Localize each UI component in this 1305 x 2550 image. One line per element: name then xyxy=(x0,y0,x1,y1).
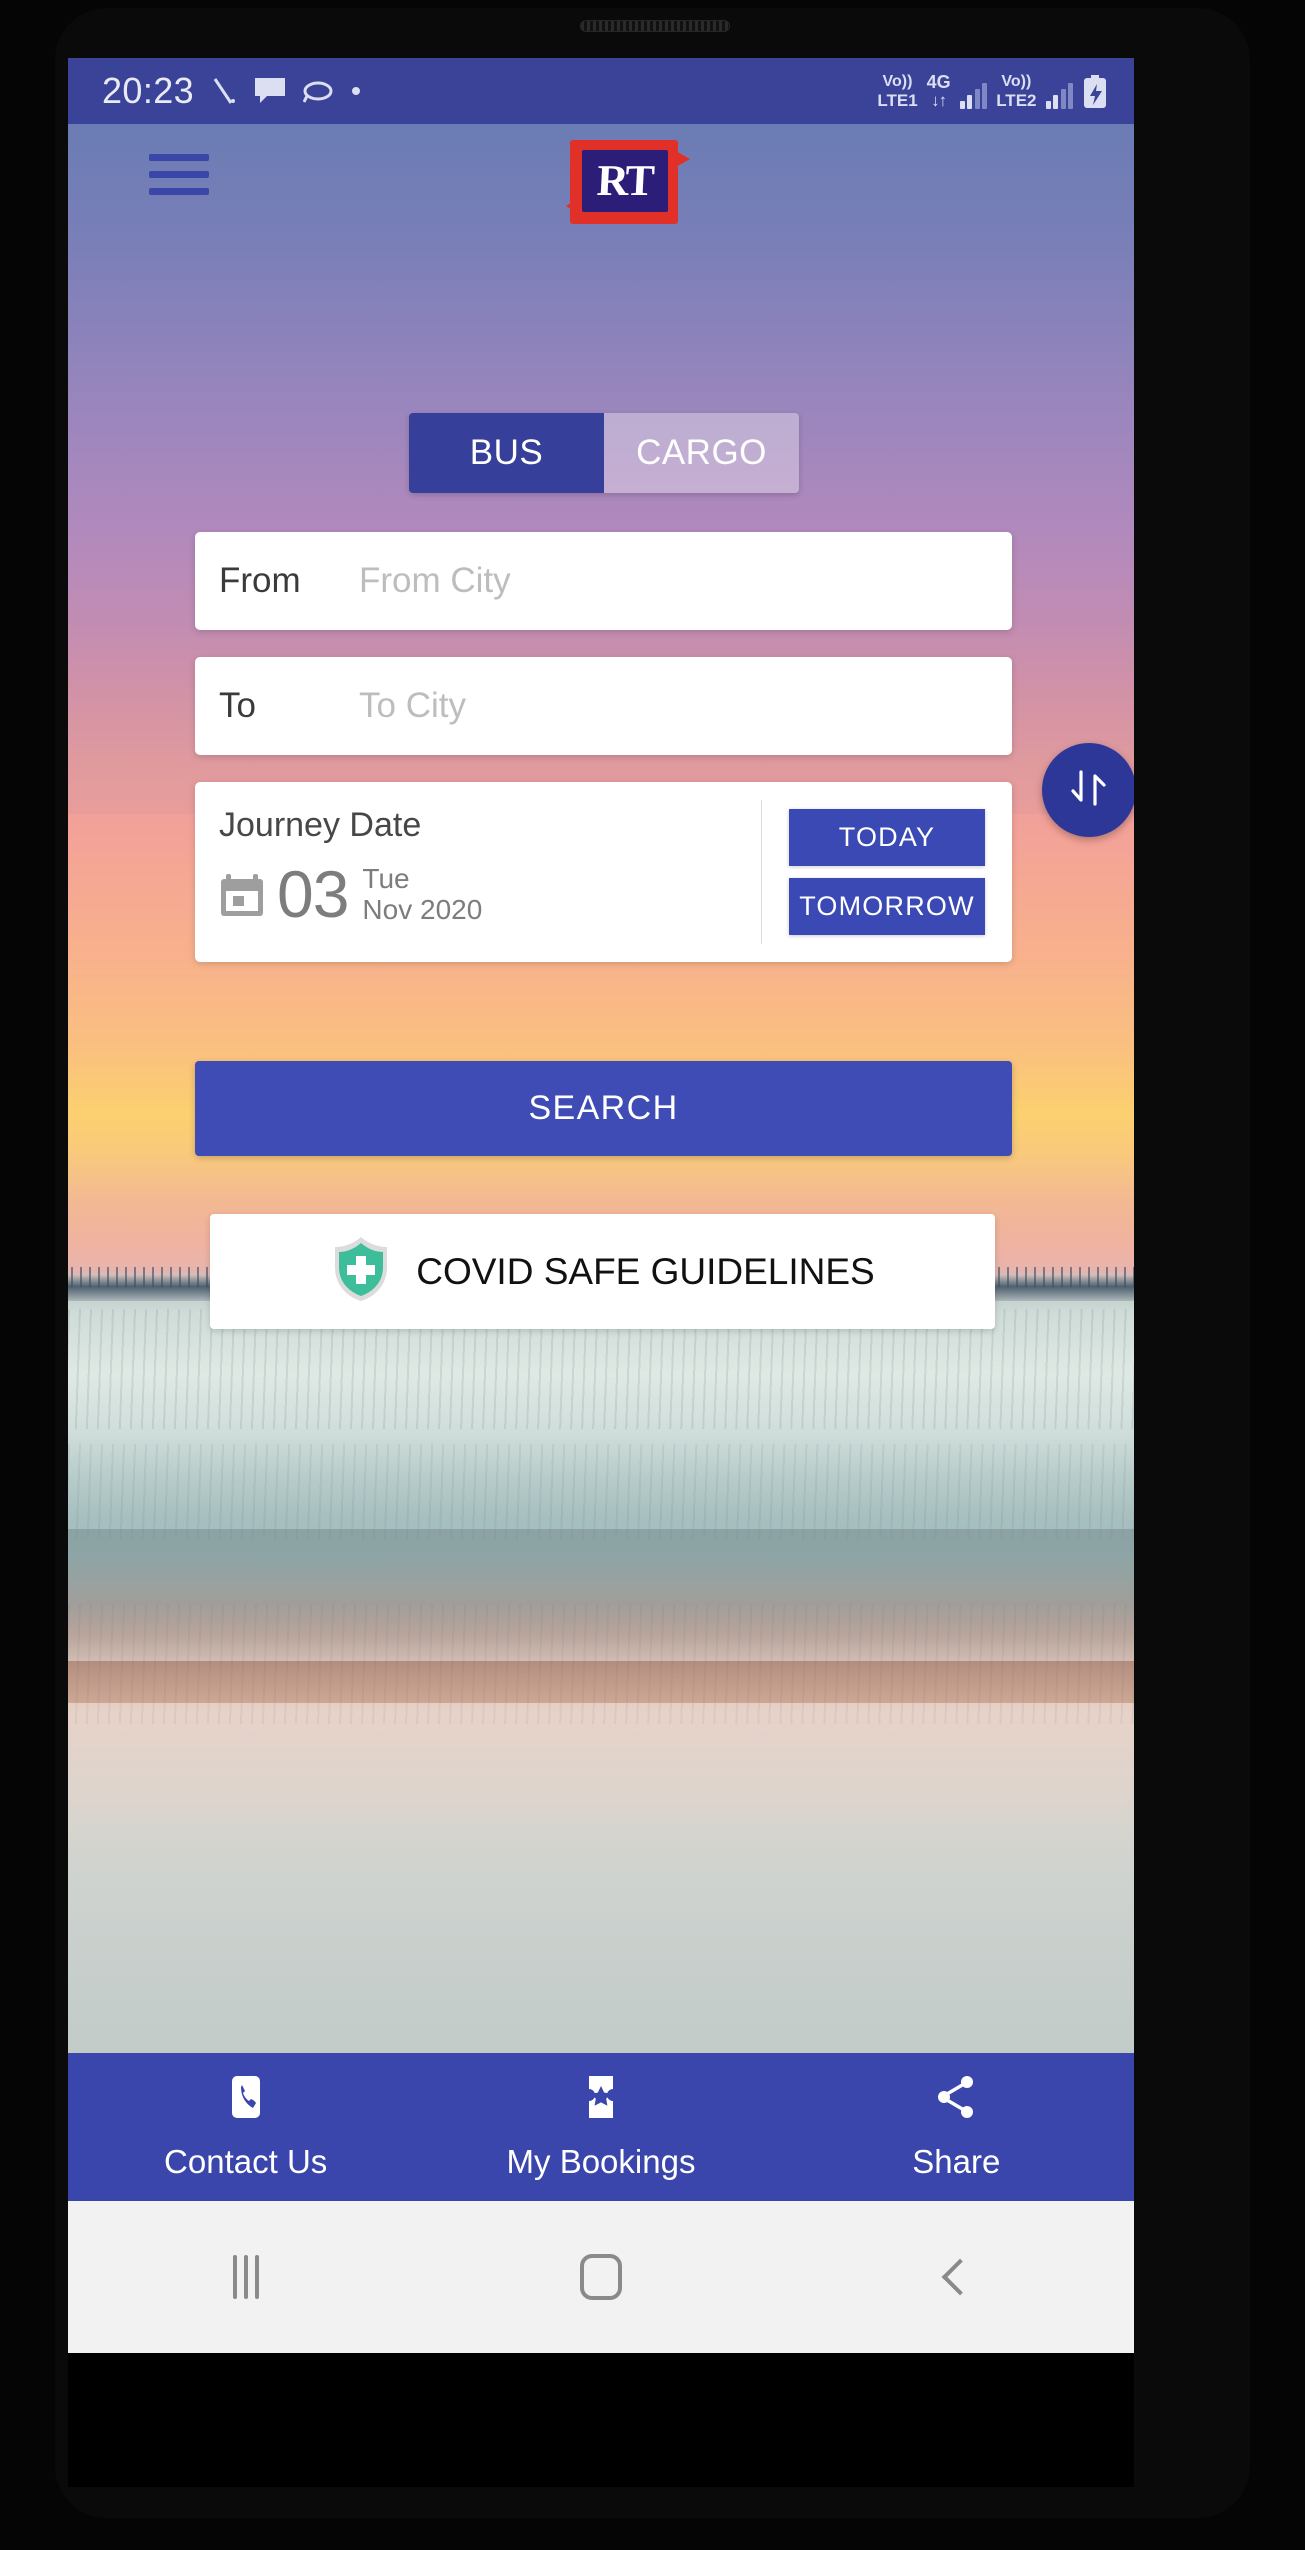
back-button[interactable] xyxy=(779,2258,1134,2296)
snow-texture-band xyxy=(68,1444,1134,1539)
search-button[interactable]: SEARCH xyxy=(195,1061,1012,1156)
ticket-star-icon xyxy=(579,2074,623,2125)
from-city-input[interactable]: From City xyxy=(359,561,1012,601)
speaker-grille xyxy=(580,20,730,32)
share-icon xyxy=(933,2074,979,2125)
to-label: To xyxy=(219,686,256,725)
status-bar-left: 20:23 xyxy=(102,70,362,112)
battery-charging-icon xyxy=(1082,75,1108,109)
tab-bus[interactable]: BUS xyxy=(409,413,604,493)
journey-date-card[interactable]: Journey Date 03 Tue Nov 2020 TODAY TOMOR… xyxy=(195,782,1012,962)
bottom-navigation-bar: Contact Us My Bookings Share xyxy=(68,2053,1134,2201)
journey-weekday: Tue xyxy=(362,862,410,894)
background-sunset-photo xyxy=(68,814,1134,2059)
recents-button[interactable] xyxy=(68,2255,423,2299)
screen-bottom-fill xyxy=(68,2353,1134,2487)
status-clock: 20:23 xyxy=(102,70,195,111)
from-label: From xyxy=(219,561,301,600)
phone-icon xyxy=(224,2074,268,2125)
recents-icon xyxy=(232,2255,259,2299)
status-bar-right: Vo)) LTE1 4G ↓↑ Vo)) LTE2 xyxy=(877,73,1108,109)
journey-day-number: 03 xyxy=(277,857,349,931)
hamburger-menu-icon[interactable] xyxy=(149,151,209,197)
status-bar: 20:23 Vo)) LTE1 4G ↓↑ Vo)) LTE2 xyxy=(68,58,1134,124)
volte-sim1-icon: Vo)) LTE1 xyxy=(877,73,918,110)
journey-date-value-row: 03 Tue Nov 2020 xyxy=(219,861,761,927)
back-icon xyxy=(941,2258,979,2296)
message-icon xyxy=(254,77,286,105)
silent-mode-icon xyxy=(211,76,237,106)
journey-date-left[interactable]: Journey Date 03 Tue Nov 2020 xyxy=(195,782,761,962)
nav-my-bookings-label: My Bookings xyxy=(506,2142,696,2180)
app-icon xyxy=(303,78,333,104)
nav-share-label: Share xyxy=(912,2142,1001,2180)
today-button[interactable]: TODAY xyxy=(789,809,985,866)
device-frame: 20:23 Vo)) LTE1 4G ↓↑ Vo)) LTE2 RT BUS C… xyxy=(0,0,1305,2550)
home-icon xyxy=(579,2254,622,2300)
snow-texture-band xyxy=(68,1604,1134,1724)
app-content: RT BUS CARGO From From City To To City J… xyxy=(68,124,1134,2487)
to-city-input[interactable]: To City xyxy=(359,686,1012,726)
tab-cargo[interactable]: CARGO xyxy=(604,413,799,493)
journey-date-detail: Tue Nov 2020 xyxy=(362,863,482,926)
app-header: RT xyxy=(68,124,1134,254)
nav-my-bookings[interactable]: My Bookings xyxy=(423,2053,778,2201)
swap-vertical-icon xyxy=(1063,762,1115,819)
from-field-card[interactable]: From From City xyxy=(195,532,1012,630)
nav-share[interactable]: Share xyxy=(779,2053,1134,2201)
logo-inner-box: RT xyxy=(582,150,668,212)
logo-text: RT xyxy=(595,156,655,205)
signal-bars-sim1-icon xyxy=(959,83,988,109)
mobile-data-4g-icon: 4G ↓↑ xyxy=(926,72,951,110)
covid-guidelines-card[interactable]: COVID SAFE GUIDELINES xyxy=(210,1214,995,1329)
covid-guidelines-label: COVID SAFE GUIDELINES xyxy=(416,1250,875,1292)
rt-brand-logo: RT xyxy=(566,136,690,228)
android-system-nav xyxy=(68,2201,1134,2353)
to-field-card[interactable]: To To City xyxy=(195,657,1012,755)
calendar-icon xyxy=(219,870,265,918)
nav-contact-us[interactable]: Contact Us xyxy=(68,2053,423,2201)
shield-health-icon xyxy=(330,1234,392,1309)
tomorrow-button[interactable]: TOMORROW xyxy=(789,878,985,935)
volte-sim2-icon: Vo)) LTE2 xyxy=(996,73,1037,110)
signal-bars-sim2-icon xyxy=(1045,83,1073,109)
quick-date-buttons: TODAY TOMORROW xyxy=(762,782,1012,962)
dot-icon xyxy=(350,85,362,97)
journey-date-label: Journey Date xyxy=(219,806,422,844)
phone-screen: 20:23 Vo)) LTE1 4G ↓↑ Vo)) LTE2 RT BUS C… xyxy=(68,58,1134,2487)
journey-month-year: Nov 2020 xyxy=(362,894,483,925)
mode-tab-group: BUS CARGO xyxy=(409,413,799,493)
swap-cities-button[interactable] xyxy=(1042,743,1134,837)
nav-contact-us-label: Contact Us xyxy=(164,2142,328,2180)
home-button[interactable] xyxy=(423,2254,778,2300)
